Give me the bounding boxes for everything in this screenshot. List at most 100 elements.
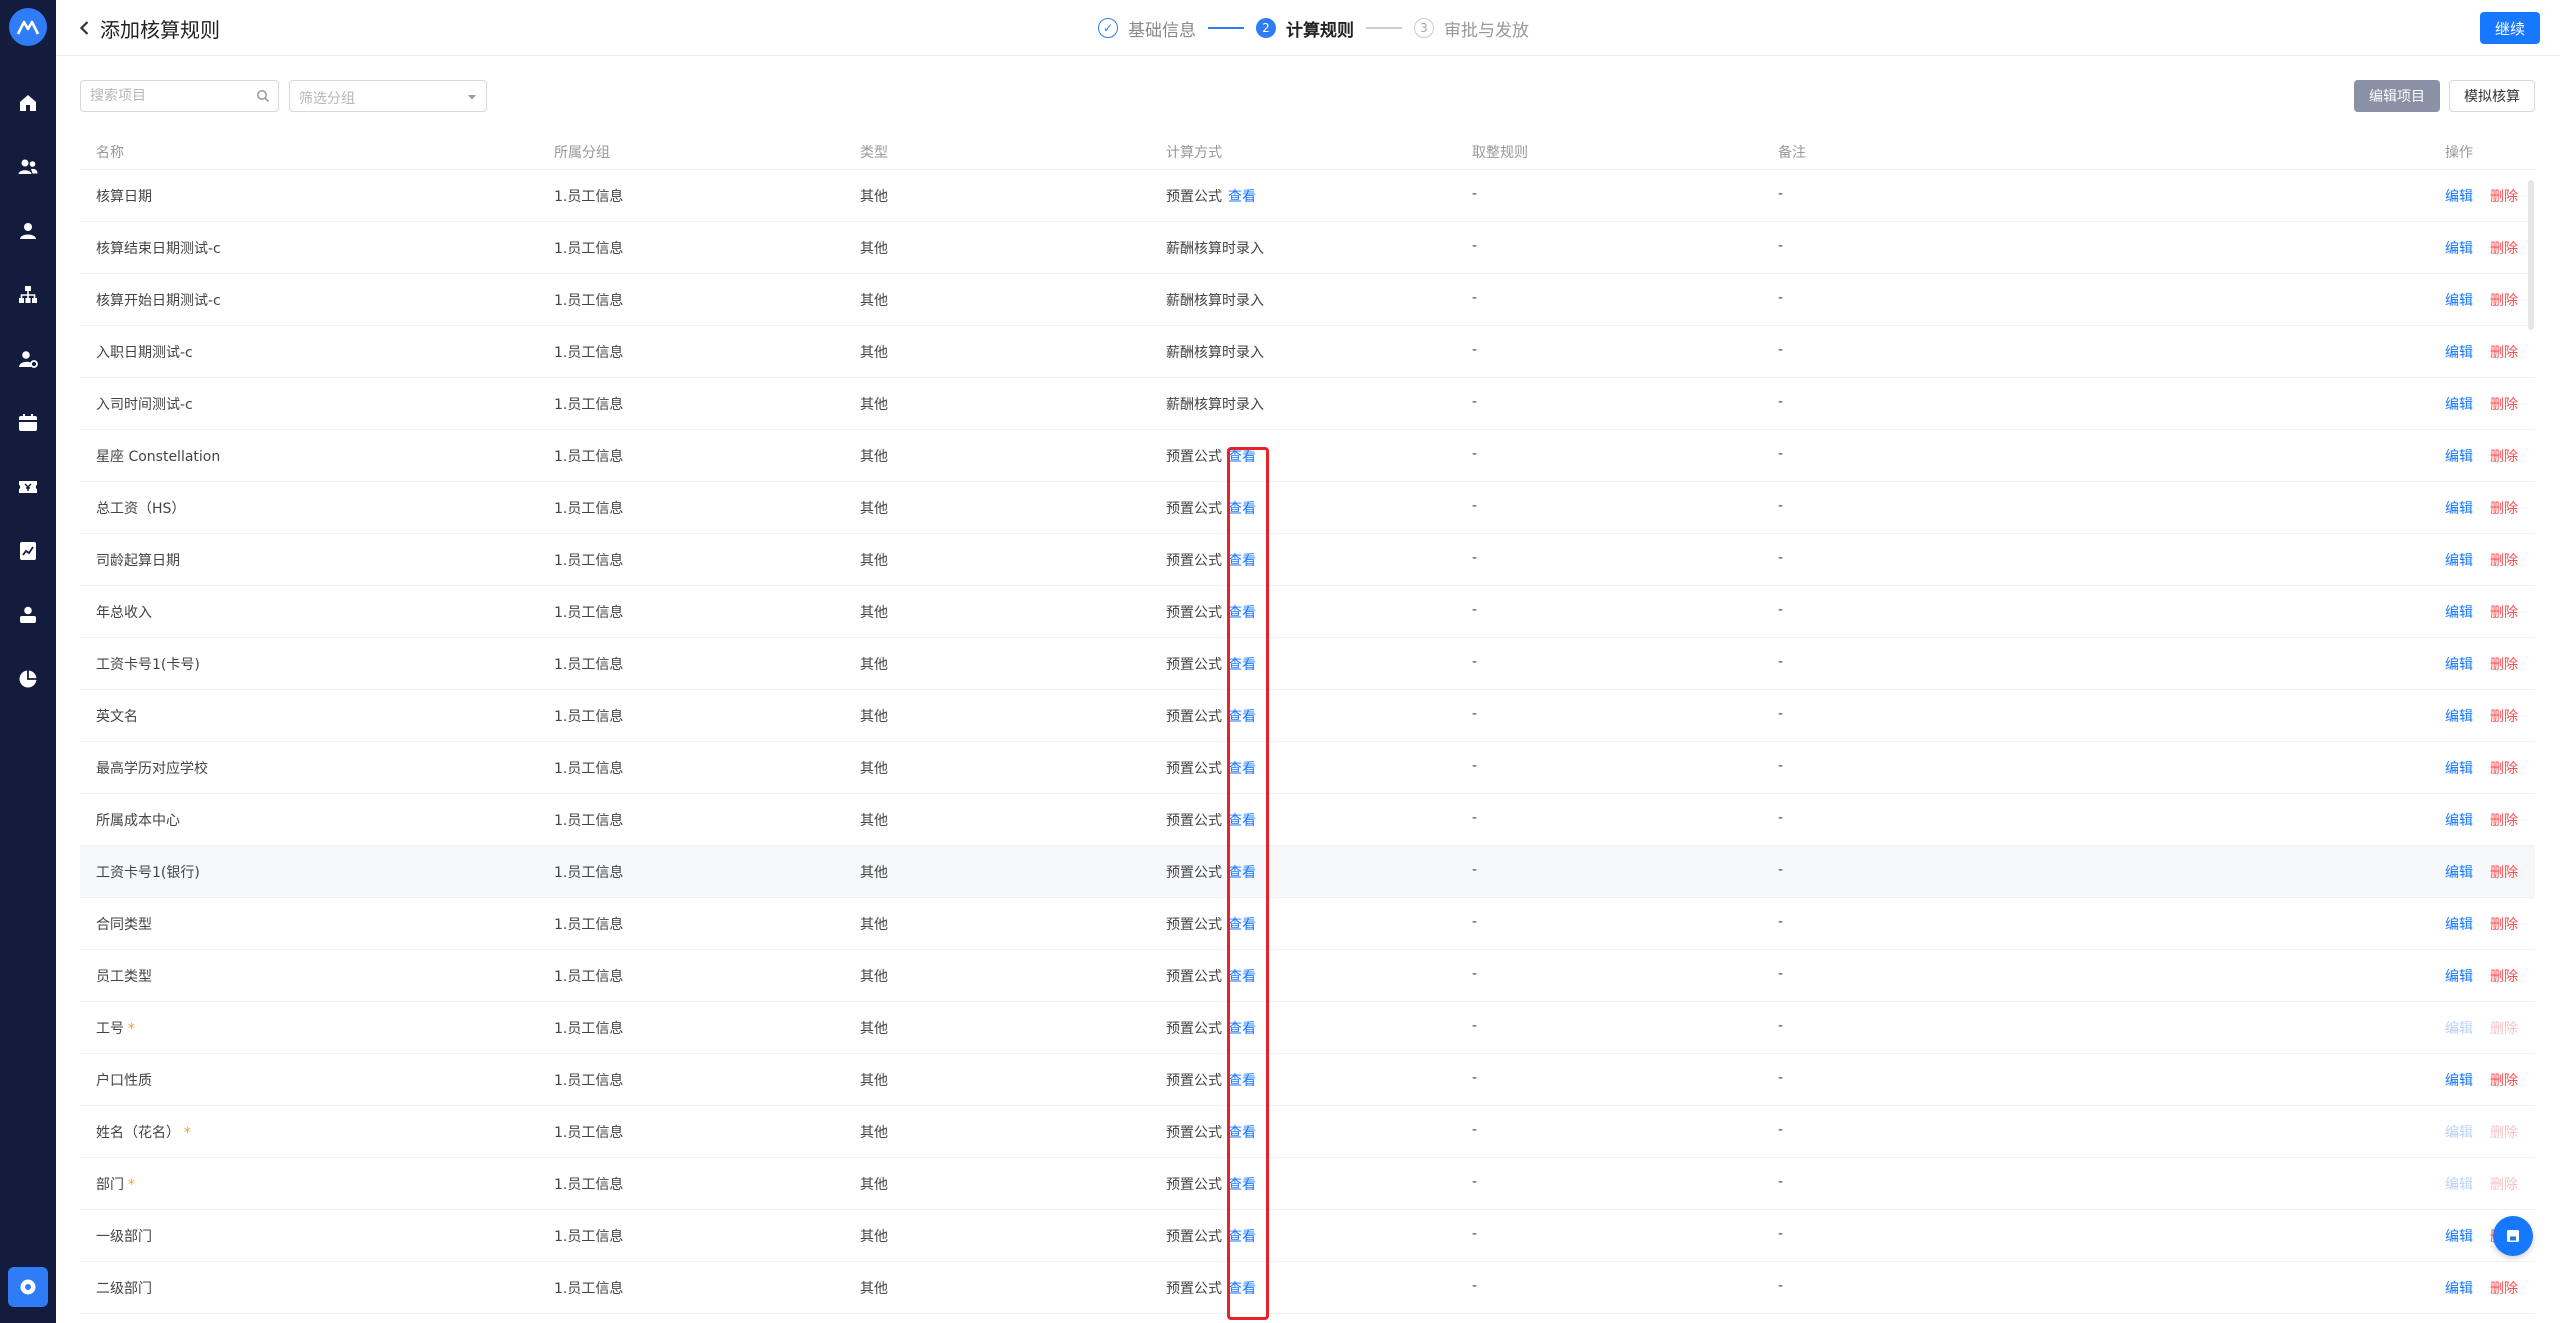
step-indicator: ✓ 基础信息 2 计算规则 3 审批与发放 (1098, 15, 1529, 41)
delete-row-button[interactable]: 删除 (2490, 1278, 2518, 1298)
item-type: 其他 (860, 1021, 888, 1037)
search-icon[interactable] (256, 89, 270, 103)
ticket-icon[interactable] (16, 475, 40, 499)
step-calc-rules[interactable]: 2 计算规则 (1256, 16, 1354, 41)
view-formula-link[interactable]: 查看 (1228, 1229, 1256, 1245)
view-formula-link[interactable]: 查看 (1228, 605, 1256, 621)
view-formula-link[interactable]: 查看 (1228, 657, 1256, 673)
step-basic-info[interactable]: ✓ 基础信息 (1098, 16, 1196, 41)
view-formula-link[interactable]: 查看 (1228, 865, 1256, 881)
item-calc-method: 薪酬核算时录入 (1166, 342, 1264, 362)
edit-row-button[interactable]: 编辑 (2445, 342, 2473, 362)
calc-method-text: 薪酬核算时录入 (1166, 345, 1264, 361)
delete-row-button[interactable]: 删除 (2490, 550, 2518, 570)
delete-row-button[interactable]: 删除 (2490, 290, 2518, 310)
edit-row-button[interactable]: 编辑 (2445, 1018, 2473, 1038)
item-note: - (1778, 1070, 1784, 1086)
required-asterisk: * (128, 1021, 135, 1037)
group-filter-select[interactable]: 筛选分组 (289, 80, 487, 112)
item-name: 部门 * (96, 1174, 135, 1194)
app-logo[interactable] (9, 8, 47, 46)
item-rounding: - (1472, 1174, 1478, 1190)
delete-row-button[interactable]: 删除 (2490, 1174, 2518, 1194)
edit-row-button[interactable]: 编辑 (2445, 446, 2473, 466)
delete-row-button[interactable]: 删除 (2490, 394, 2518, 414)
person-icon[interactable] (16, 603, 40, 627)
edit-row-button[interactable]: 编辑 (2445, 602, 2473, 622)
delete-row-button[interactable]: 删除 (2490, 498, 2518, 518)
simulate-calc-button[interactable]: 模拟核算 (2449, 80, 2535, 112)
delete-row-button[interactable]: 删除 (2490, 238, 2518, 258)
view-formula-link[interactable]: 查看 (1228, 969, 1256, 985)
settings-button[interactable] (8, 1267, 48, 1307)
pie-chart-icon[interactable] (16, 667, 40, 691)
page-title: 添加核算规则 (100, 17, 220, 42)
view-formula-link[interactable]: 查看 (1228, 1177, 1256, 1193)
edit-row-button[interactable]: 编辑 (2445, 810, 2473, 830)
delete-row-button[interactable]: 删除 (2490, 706, 2518, 726)
edit-row-button[interactable]: 编辑 (2445, 1174, 2473, 1194)
edit-row-button[interactable]: 编辑 (2445, 654, 2473, 674)
user-icon[interactable] (16, 219, 40, 243)
search-input[interactable] (81, 81, 241, 111)
user-setting-icon[interactable] (16, 347, 40, 371)
delete-row-button[interactable]: 删除 (2490, 862, 2518, 882)
delete-row-button[interactable]: 删除 (2490, 654, 2518, 674)
delete-row-button[interactable]: 删除 (2490, 966, 2518, 986)
item-group: 1.员工信息 (554, 189, 624, 205)
delete-row-button[interactable]: 删除 (2490, 1018, 2518, 1038)
back-button[interactable]: 添加核算规则 (76, 15, 220, 42)
delete-row-button[interactable]: 删除 (2490, 446, 2518, 466)
edit-row-button[interactable]: 编辑 (2445, 758, 2473, 778)
delete-row-button[interactable]: 删除 (2490, 914, 2518, 934)
calendar-icon[interactable] (16, 411, 40, 435)
home-icon[interactable] (16, 91, 40, 115)
delete-row-button[interactable]: 删除 (2490, 810, 2518, 830)
edit-row-button[interactable]: 编辑 (2445, 290, 2473, 310)
view-formula-link[interactable]: 查看 (1228, 813, 1256, 829)
step-approval[interactable]: 3 审批与发放 (1414, 16, 1529, 41)
delete-row-button[interactable]: 删除 (2490, 758, 2518, 778)
view-formula-link[interactable]: 查看 (1228, 1021, 1256, 1037)
edit-row-button[interactable]: 编辑 (2445, 238, 2473, 258)
delete-row-button[interactable]: 删除 (2490, 342, 2518, 362)
delete-row-button[interactable]: 删除 (2490, 186, 2518, 206)
report-icon[interactable] (16, 539, 40, 563)
item-group: 1.员工信息 (554, 293, 624, 309)
table-row: 核算日期 1.员工信息 其他 预置公式 查看 - - 编辑 删除 (80, 170, 2535, 222)
view-formula-link[interactable]: 查看 (1228, 761, 1256, 777)
edit-row-button[interactable]: 编辑 (2445, 1122, 2473, 1142)
item-name: 星座 Constellation (96, 446, 220, 466)
required-asterisk: * (184, 1125, 191, 1141)
edit-row-button[interactable]: 编辑 (2445, 1070, 2473, 1090)
edit-row-button[interactable]: 编辑 (2445, 706, 2473, 726)
item-name-text: 员工类型 (96, 969, 152, 985)
view-formula-link[interactable]: 查看 (1228, 1073, 1256, 1089)
scrollbar-thumb[interactable] (2528, 180, 2534, 330)
org-chart-icon[interactable] (16, 283, 40, 307)
floating-action-button[interactable] (2493, 1216, 2533, 1256)
delete-row-button[interactable]: 删除 (2490, 1122, 2518, 1142)
delete-row-button[interactable]: 删除 (2490, 1070, 2518, 1090)
view-formula-link[interactable]: 查看 (1228, 501, 1256, 517)
view-formula-link[interactable]: 查看 (1228, 1281, 1256, 1297)
team-icon[interactable] (16, 155, 40, 179)
edit-items-button[interactable]: 编辑项目 (2354, 80, 2440, 112)
view-formula-link[interactable]: 查看 (1228, 553, 1256, 569)
edit-row-button[interactable]: 编辑 (2445, 550, 2473, 570)
view-formula-link[interactable]: 查看 (1228, 917, 1256, 933)
view-formula-link[interactable]: 查看 (1228, 709, 1256, 725)
edit-row-button[interactable]: 编辑 (2445, 862, 2473, 882)
edit-row-button[interactable]: 编辑 (2445, 498, 2473, 518)
continue-button[interactable]: 继续 (2480, 12, 2540, 44)
edit-row-button[interactable]: 编辑 (2445, 1278, 2473, 1298)
edit-row-button[interactable]: 编辑 (2445, 394, 2473, 414)
delete-row-button[interactable]: 删除 (2490, 602, 2518, 622)
edit-row-button[interactable]: 编辑 (2445, 914, 2473, 934)
view-formula-link[interactable]: 查看 (1228, 189, 1256, 205)
view-formula-link[interactable]: 查看 (1228, 449, 1256, 465)
edit-row-button[interactable]: 编辑 (2445, 966, 2473, 986)
view-formula-link[interactable]: 查看 (1228, 1125, 1256, 1141)
edit-row-button[interactable]: 编辑 (2445, 1226, 2473, 1246)
edit-row-button[interactable]: 编辑 (2445, 186, 2473, 206)
